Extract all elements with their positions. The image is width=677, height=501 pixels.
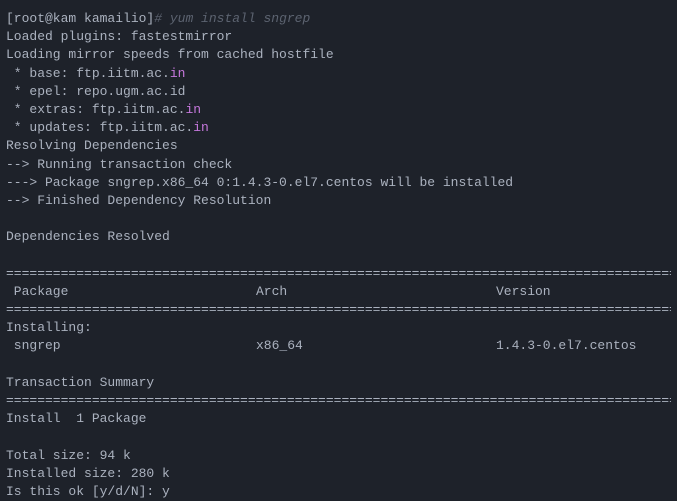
blank-line [6,210,671,228]
loading-mirror: Loading mirror speeds from cached hostfi… [6,46,671,64]
deps-resolved: Dependencies Resolved [6,228,671,246]
row-arch: x86_64 [256,337,496,355]
blank-line [6,428,671,446]
transaction-summary: Transaction Summary [6,374,671,392]
installing-label: Installing: [6,319,671,337]
keyword-in: in [170,66,186,81]
confirm-prompt[interactable]: Is this ok [y/d/N]: y [6,483,671,501]
installed-size: Installed size: 280 k [6,465,671,483]
keyword-in: in [185,102,201,117]
keyword-in: in [193,120,209,135]
mirror-updates: * updates: ftp.iitm.ac.in [6,119,671,137]
header-version: Version [496,284,551,299]
mirror-extras: * extras: ftp.iitm.ac.in [6,101,671,119]
loaded-plugins: Loaded plugins: fastestmirror [6,28,671,46]
prompt-userhost: [root@kam kamailio] [6,11,154,26]
row-version: 1.4.3-0.el7.centos [496,338,636,353]
prompt-command: yum install sngrep [162,11,310,26]
table-header: PackageArchVersion [6,283,671,301]
resolving-deps: Resolving Dependencies [6,137,671,155]
blank-line [6,356,671,374]
pkg-install-line: ---> Package sngrep.x86_64 0:1.4.3-0.el7… [6,174,671,192]
header-arch: Arch [256,283,496,301]
mirror-epel: * epel: repo.ugm.ac.id [6,83,671,101]
install-count: Install 1 Package [6,410,671,428]
running-check: --> Running transaction check [6,156,671,174]
total-size: Total size: 94 k [6,447,671,465]
divider-bottom: ========================================… [6,392,671,410]
blank-line [6,246,671,264]
finished-dep: --> Finished Dependency Resolution [6,192,671,210]
header-package: Package [6,283,256,301]
prompt-hash: # [154,11,162,26]
divider-top: ========================================… [6,265,671,283]
divider-mid: ========================================… [6,301,671,319]
mirror-base: * base: ftp.iitm.ac.in [6,65,671,83]
table-row: sngrepx86_641.4.3-0.el7.centos [6,337,671,355]
prompt-line: [root@kam kamailio]# yum install sngrep [6,10,671,28]
row-name: sngrep [6,337,256,355]
